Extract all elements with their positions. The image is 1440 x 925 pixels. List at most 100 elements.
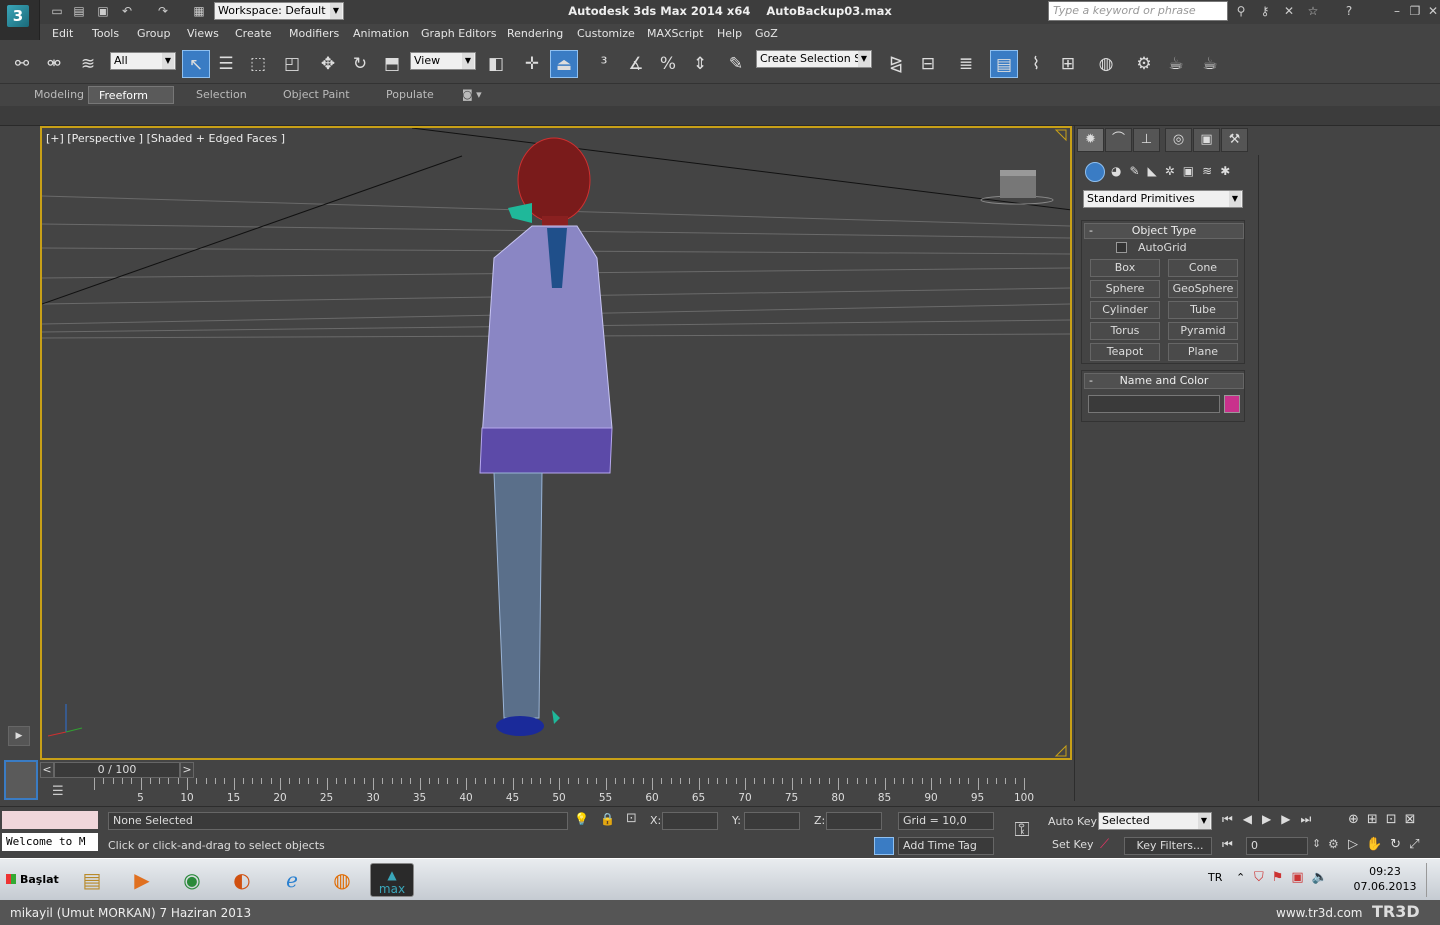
y-coordinate-input[interactable] [744,812,800,830]
tray-expand-icon[interactable]: ⌃ [1236,871,1245,884]
unlink-icon[interactable]: ⚮ [40,50,68,78]
geosphere-button[interactable]: GeoSphere [1168,280,1238,298]
3dsmax-taskbar-button[interactable]: ▲ max [370,863,414,897]
selection-filter-dropdown[interactable]: All [110,52,176,70]
set-key-button[interactable]: Set Key [1052,838,1094,851]
utilities-tab-icon[interactable]: ⚒ [1221,128,1248,152]
restore-icon[interactable]: ❐ [1406,3,1424,19]
pivot-center-icon[interactable]: ◧ [482,50,510,78]
torus-button[interactable]: Torus [1090,322,1160,340]
tube-button[interactable]: Tube [1168,301,1238,319]
auto-key-button[interactable]: Auto Key [1048,815,1097,828]
mirror-icon[interactable]: ⧎ [882,50,910,78]
time-slider[interactable]: 0 / 100 [54,762,180,778]
hierarchy-tab-icon[interactable]: ⊥ [1133,128,1160,152]
time-tag-icon[interactable] [874,837,894,855]
primitive-category-dropdown[interactable]: Standard Primitives [1083,190,1243,208]
minimize-icon[interactable]: – [1388,3,1406,19]
menu-animation[interactable]: Animation [353,27,409,40]
autogrid-checkbox[interactable] [1116,242,1127,253]
viewport-navigation-top[interactable]: ⊕⊞⊡⊠ [1348,812,1424,827]
key-mode-dropdown[interactable]: Selected [1098,812,1212,830]
redo-icon[interactable]: ↷ [154,3,172,19]
menu-group[interactable]: Group [137,27,171,40]
cone-button[interactable]: Cone [1168,259,1238,277]
reference-coordinate-dropdown[interactable]: View [410,52,476,70]
explorer-icon[interactable]: ▤ [70,863,114,897]
schematic-view-icon[interactable]: ⊞ [1054,50,1082,78]
layer-manager-icon[interactable]: ≣ [952,50,980,78]
rotate-icon[interactable]: ↻ [346,50,374,78]
track-bar[interactable]: 5 10 15 20 25 30 35 40 45 50 55 60 65 70 75 80 85 90 95 100 [90,778,1034,806]
close-icon[interactable]: ✕ [1424,3,1440,19]
time-configuration-icon[interactable]: ⚙ [1328,837,1339,851]
internet-explorer-icon[interactable]: ℯ [270,863,314,897]
selection-lock-icon[interactable]: 🔒 [600,812,615,826]
box-button[interactable]: Box [1090,259,1160,277]
ribbon-tab-selection[interactable]: Selection [186,86,257,104]
clock-time[interactable]: 09:23 [1356,865,1414,878]
menu-views[interactable]: Views [187,27,219,40]
ribbon-tab-modeling[interactable]: Modeling [24,86,94,104]
rendered-frame-window-icon[interactable]: ☕ [1162,50,1190,78]
menu-modifiers[interactable]: Modifiers [289,27,339,40]
viewport-layout-play-icon[interactable]: ▶ [8,726,30,746]
maxscript-listener-white[interactable]: Welcome to M [2,833,98,851]
viewport-navigation-bottom[interactable]: ▷✋↻⤢ [1348,837,1427,852]
menu-rendering[interactable]: Rendering [507,27,563,40]
key-filters-button[interactable]: Key Filters... [1124,837,1212,855]
select-by-name-icon[interactable]: ☰ [212,50,240,78]
open-file-icon[interactable]: ▤ [70,3,88,19]
motion-tab-icon[interactable]: ◎ [1165,128,1192,152]
search-input[interactable]: Type a keyword or phrase [1048,1,1228,21]
bind-space-warp-icon[interactable]: ≋ [74,50,102,78]
link-icon[interactable]: ⚯ [8,50,36,78]
firefox-icon[interactable]: ◐ [220,863,264,897]
object-type-header[interactable]: - Object Type [1084,223,1244,239]
application-button[interactable]: 3 [0,0,40,40]
current-frame-input[interactable]: 0 [1246,837,1308,855]
set-key-icon[interactable]: ⚿ [1006,817,1038,847]
percent-snap-icon[interactable]: % [654,50,682,78]
menu-graph-editors[interactable]: Graph Editors [421,27,497,40]
select-object-icon[interactable]: ↖ [182,50,210,78]
maxscript-listener-pink[interactable] [2,811,98,829]
object-color-swatch[interactable] [1224,395,1240,413]
favorites-star-icon[interactable]: ☆ [1304,3,1322,19]
create-tab-icon[interactable]: ✹ [1077,128,1104,152]
language-indicator[interactable]: TR [1208,871,1222,884]
help-icon[interactable]: ? [1340,3,1358,19]
playback-controls[interactable]: ⏮◀▶▶⏭ [1222,812,1321,827]
project-folder-icon[interactable]: ▦ [190,3,208,19]
align-icon[interactable]: ⊟ [914,50,942,78]
curve-editor-icon[interactable]: ⌇ [1022,50,1050,78]
media-player-icon[interactable]: ▶ [120,863,164,897]
mini-listener-toggle[interactable] [4,760,38,800]
plane-button[interactable]: Plane [1168,343,1238,361]
keyboard-shortcut-override-icon[interactable]: ⏏ [550,50,578,78]
named-selection-dropdown[interactable]: Create Selection Se [756,50,872,68]
chrome-icon[interactable]: ◉ [170,863,214,897]
viewport-label[interactable]: [+] [Perspective ] [Shaded + Edged Faces… [46,132,285,145]
binoculars-icon[interactable]: ⚲ [1232,3,1250,19]
clock-date[interactable]: 07.06.2013 [1350,880,1420,893]
default-tangents-icon[interactable]: ⟋ [1100,837,1109,852]
graphite-toggle-icon[interactable]: ▤ [990,50,1018,78]
ribbon-tab-object-paint[interactable]: Object Paint [273,86,360,104]
window-crossing-icon[interactable]: ◰ [278,50,306,78]
tools-icon[interactable]: ✕ [1280,3,1298,19]
ribbon-options-icon[interactable]: ◙ ▾ [452,86,492,104]
modify-tab-icon[interactable]: ⌒ [1105,128,1132,152]
ribbon-tab-freeform[interactable]: Freeform [88,86,174,104]
spinner-snap-icon[interactable]: ⇕ [686,50,714,78]
manipulate-icon[interactable]: ✛ [518,50,546,78]
snaps-toggle-icon[interactable]: ³ [590,50,618,78]
save-icon[interactable]: ▣ [94,3,112,19]
render-production-icon[interactable]: ☕ [1196,50,1224,78]
sphere-button[interactable]: Sphere [1090,280,1160,298]
geometry-category-icon[interactable] [1085,162,1105,182]
menu-customize[interactable]: Customize [577,27,635,40]
app-orange-icon[interactable]: ◍ [320,863,364,897]
menu-create[interactable]: Create [235,27,272,40]
system-tray-icons[interactable]: ⛉⚑▣🔈 [1254,870,1336,885]
